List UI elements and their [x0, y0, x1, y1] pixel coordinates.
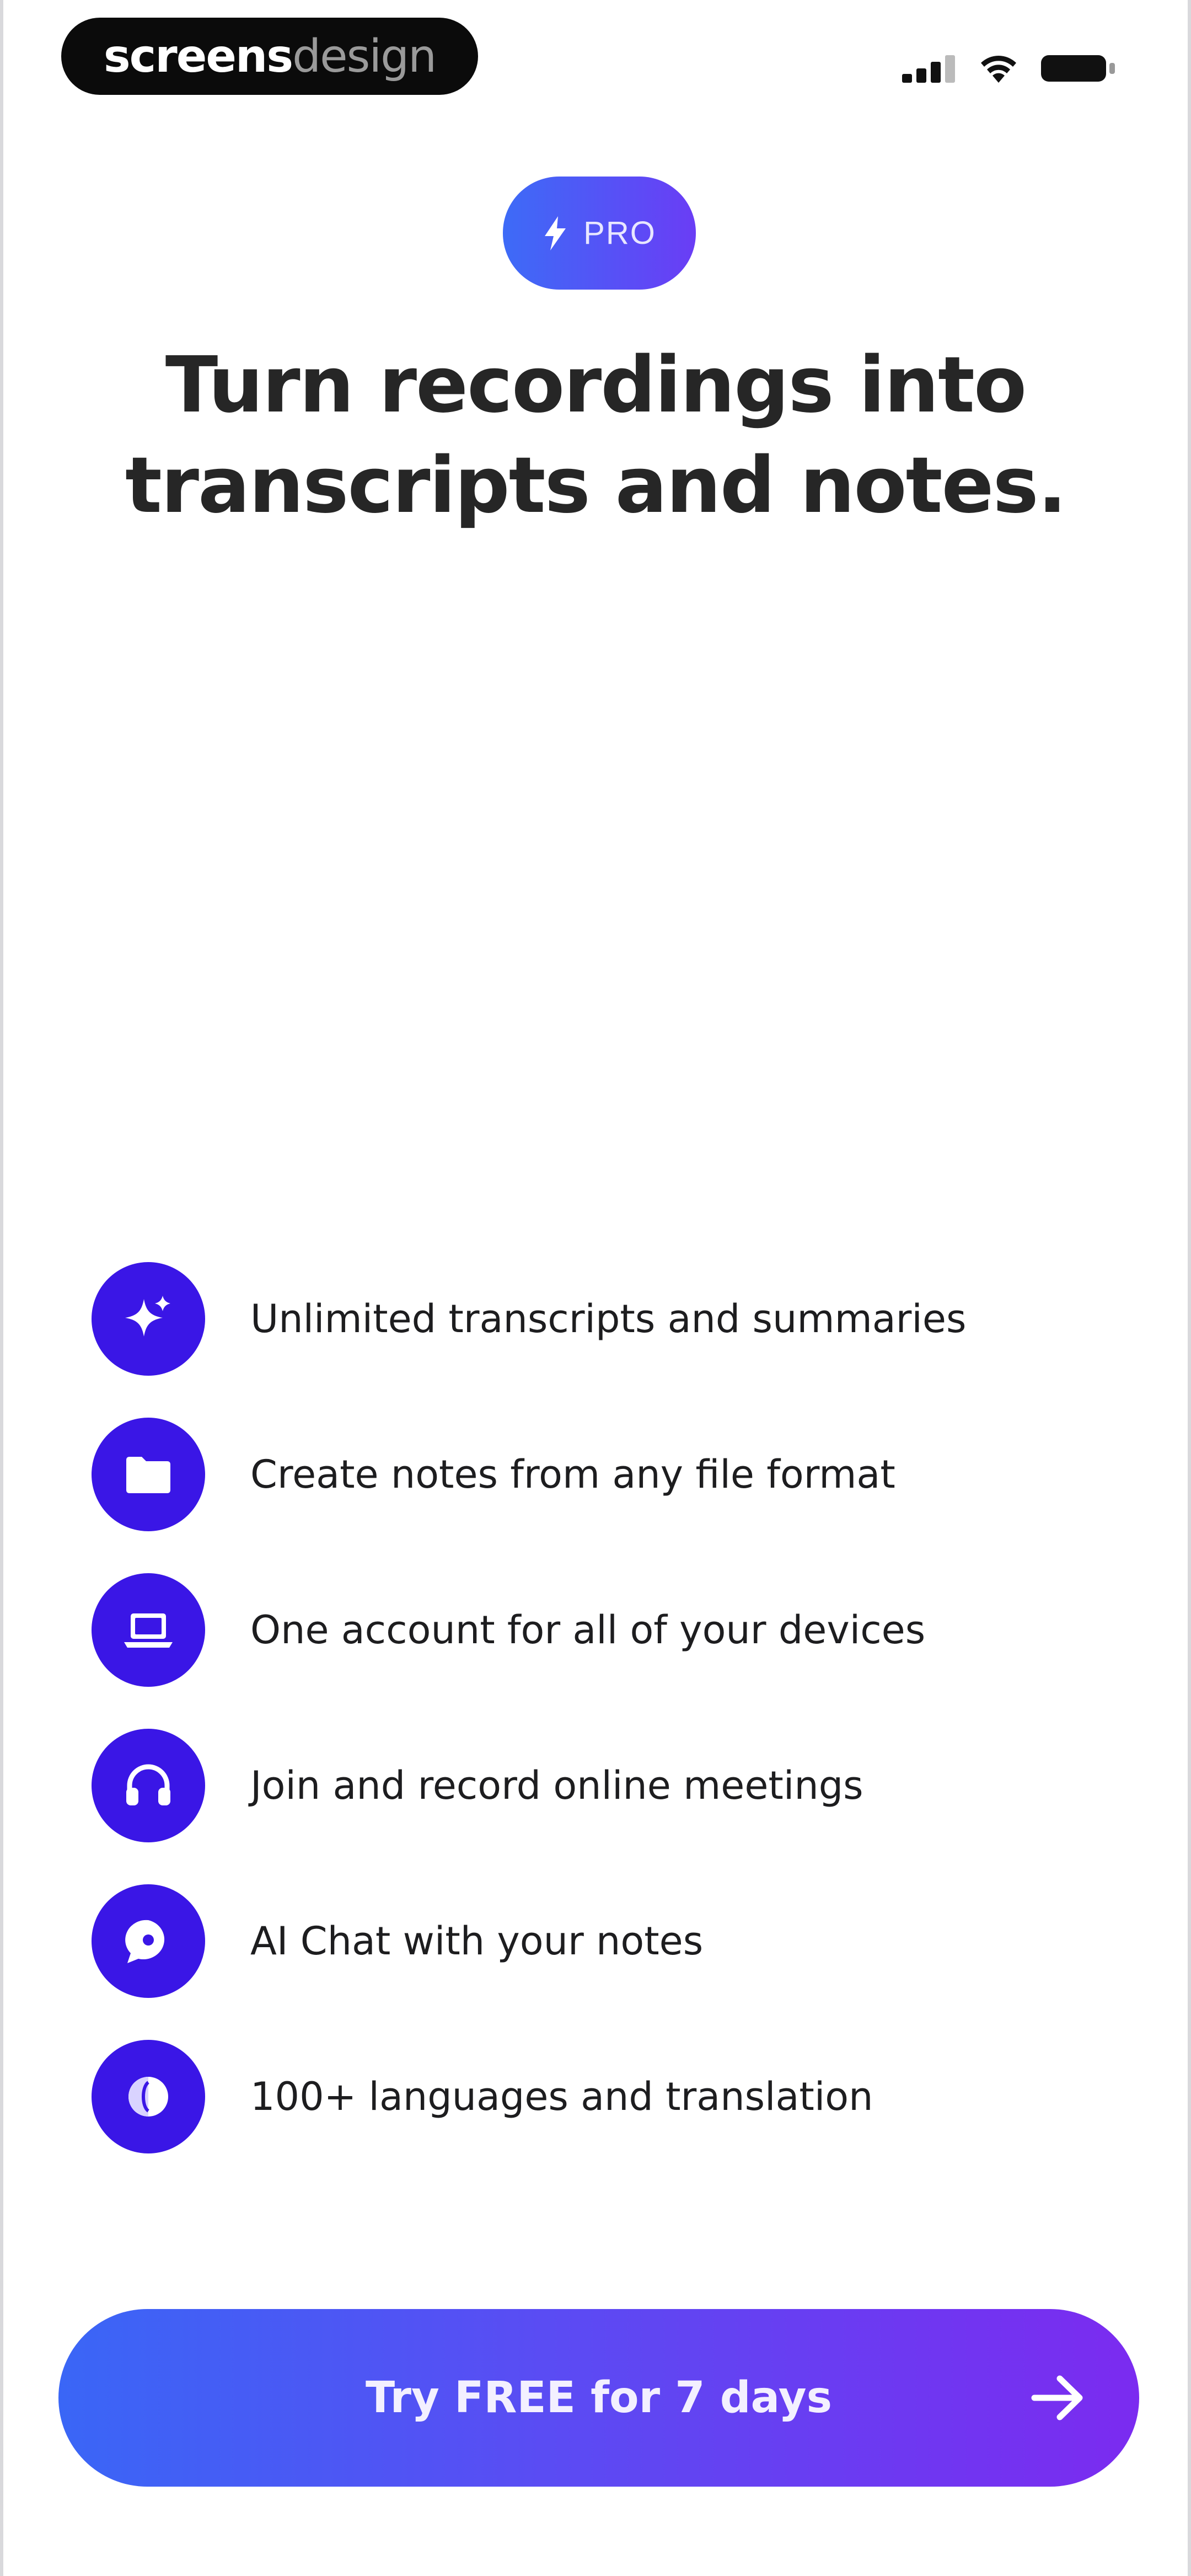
- feature-label: 100+ languages and translation: [250, 2074, 873, 2119]
- screensdesign-watermark: screens design: [61, 18, 478, 95]
- sparkle-icon: [125, 1296, 170, 1337]
- watermark-light-text: design: [292, 30, 437, 83]
- pro-badge-label: PRO: [583, 215, 656, 251]
- feature-icon-badge: [92, 1418, 205, 1531]
- folder-icon: [126, 1457, 170, 1493]
- page-title: Turn recordings into transcripts and not…: [3, 335, 1188, 536]
- feature-label: Unlimited transcripts and summaries: [250, 1296, 967, 1342]
- laptop-icon: [124, 1613, 173, 1648]
- feature-item-meetings: Join and record online meetings: [92, 1708, 1139, 1863]
- language-icon: [128, 2077, 168, 2117]
- arrow-right-icon: [1031, 2375, 1083, 2420]
- title-line-2: transcripts and notes.: [125, 441, 1067, 531]
- feature-item-transcripts: Unlimited transcripts and summaries: [92, 1241, 1139, 1397]
- feature-icon-badge: [92, 1262, 205, 1376]
- pro-badge: PRO: [503, 177, 696, 290]
- feature-list: Unlimited transcripts and summaries Crea…: [92, 1241, 1139, 2174]
- headphones-icon: [126, 1764, 170, 1805]
- chat-bubble-icon: [125, 1920, 165, 1963]
- feature-item-ai-chat: AI Chat with your notes: [92, 1863, 1139, 2019]
- feature-icon-badge: [92, 1729, 205, 1842]
- cellular-signal-icon: [902, 55, 955, 83]
- title-line-1: Turn recordings into: [165, 340, 1027, 430]
- feature-label: Join and record online meetings: [250, 1763, 863, 1808]
- feature-icon-badge: [92, 1884, 205, 1998]
- feature-icon-badge: [92, 1573, 205, 1687]
- battery-icon: [1041, 55, 1115, 82]
- paywall-screen: screens design PRO Turn recordings into t…: [3, 0, 1188, 2576]
- cta-label: Try FREE for 7 days: [365, 2373, 833, 2423]
- feature-item-file-format: Create notes from any file format: [92, 1397, 1139, 1552]
- watermark-strong-text: screens: [103, 30, 293, 83]
- feature-icon-badge: [92, 2040, 205, 2153]
- wifi-icon: [981, 56, 1016, 83]
- bolt-icon: [545, 216, 566, 250]
- feature-item-languages: 100+ languages and translation: [92, 2019, 1139, 2174]
- feature-label: One account for all of your devices: [250, 1607, 926, 1653]
- feature-label: AI Chat with your notes: [250, 1918, 704, 1964]
- feature-item-devices: One account for all of your devices: [92, 1552, 1139, 1708]
- feature-label: Create notes from any file format: [250, 1452, 895, 1497]
- start-free-trial-button[interactable]: Try FREE for 7 days: [58, 2309, 1139, 2487]
